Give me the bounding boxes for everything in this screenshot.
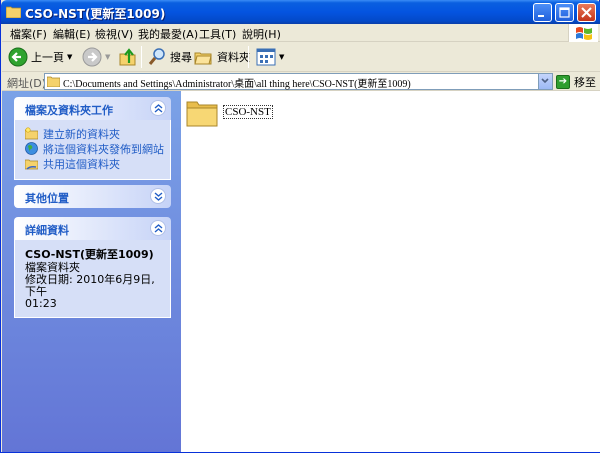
folders-button[interactable]: 資料夾	[194, 45, 250, 69]
windows-flag-icon	[576, 27, 592, 40]
folder-name: CSO-NST	[223, 105, 273, 119]
windows-logo	[568, 24, 598, 42]
menu-edit[interactable]: 編輯(E)	[53, 26, 91, 42]
chevron-down-icon	[541, 78, 549, 84]
search-label: 搜尋	[170, 51, 192, 64]
details-item-name: CSO-NST(更新至1009)	[25, 248, 154, 261]
menu-tools[interactable]: 工具(T)	[199, 26, 236, 42]
menu-help[interactable]: 說明(H)	[242, 26, 281, 42]
address-dropdown-button[interactable]	[538, 74, 552, 89]
folders-icon	[194, 52, 212, 65]
file-tasks-title: 檔案及資料夾工作	[25, 104, 113, 117]
globe-icon	[25, 142, 38, 155]
folder-up-icon	[119, 48, 136, 66]
chevron-down-icon	[154, 192, 163, 201]
views-icon	[256, 48, 276, 66]
address-bar: 網址(D) C:\Documents and Settings\Administ…	[2, 72, 600, 91]
minimize-icon	[538, 15, 544, 17]
close-button[interactable]	[577, 3, 596, 22]
folders-label: 資料夾	[217, 51, 250, 64]
file-list[interactable]: CSO-NST	[181, 91, 600, 452]
task-pane: 檔案及資料夾工作 建立新的資料夾 將這個資料夾發佈到網站 共用這個資料夾 其他位…	[2, 91, 181, 452]
address-input[interactable]: C:\Documents and Settings\Administrator\…	[44, 73, 553, 90]
back-dropdown-icon[interactable]: ▼	[67, 53, 72, 61]
go-arrow-icon: ➔	[556, 74, 570, 89]
address-path: C:\Documents and Settings\Administrator\…	[63, 79, 411, 90]
share-folder-link[interactable]: 共用這個資料夾	[25, 156, 162, 171]
views-button[interactable]: ▼	[256, 45, 284, 69]
menu-favorites[interactable]: 我的最愛(A)	[138, 26, 198, 42]
address-label: 網址(D)	[7, 77, 47, 90]
search-icon	[148, 48, 165, 65]
folder-icon	[186, 101, 218, 127]
publish-folder-link[interactable]: 將這個資料夾發佈到網站	[25, 141, 164, 156]
back-label: 上一頁	[31, 51, 64, 64]
close-icon	[581, 7, 592, 18]
folder-icon	[6, 6, 21, 18]
collapse-button[interactable]	[150, 100, 166, 116]
chevron-up-icon	[154, 104, 163, 113]
details-header[interactable]: 詳細資料	[14, 217, 171, 240]
expand-button[interactable]	[150, 188, 166, 204]
new-folder-icon	[25, 127, 38, 140]
details-modified-time: 01:23	[25, 297, 57, 310]
menu-bar: 檔案(F) 編輯(E) 檢視(V) 我的最愛(A) 工具(T) 說明(H)	[2, 24, 600, 42]
collapse-button[interactable]	[150, 220, 166, 236]
share-folder-label: 共用這個資料夾	[43, 157, 120, 171]
minimize-button[interactable]	[533, 3, 552, 22]
file-tasks-header[interactable]: 檔案及資料夾工作	[14, 97, 171, 120]
back-button[interactable]: 上一頁 ▼	[8, 45, 72, 69]
other-places-title: 其他位置	[25, 192, 69, 205]
details-body: CSO-NST(更新至1009) 檔案資料夾 修改日期: 2010年6月9日, …	[14, 240, 171, 318]
details-modified-date: 修改日期: 2010年6月9日, 下午	[25, 273, 155, 298]
toolbar-separator	[248, 46, 249, 68]
explorer-window: CSO-NST(更新至1009) 檔案(F) 編輯(E) 檢視(V) 我的最愛(…	[0, 0, 600, 453]
details-title: 詳細資料	[25, 224, 69, 237]
forward-dropdown-icon[interactable]: ▼	[105, 53, 110, 61]
menu-file[interactable]: 檔案(F)	[10, 26, 47, 42]
maximize-icon	[559, 7, 570, 18]
publish-folder-label: 將這個資料夾發佈到網站	[43, 142, 164, 156]
forward-arrow-icon	[82, 47, 102, 67]
toolbar: 上一頁 ▼ ▼ 搜尋 資料夾 ▼	[2, 42, 600, 72]
chevron-up-icon	[154, 224, 163, 233]
folder-icon	[47, 76, 60, 87]
new-folder-link[interactable]: 建立新的資料夾	[25, 126, 162, 141]
go-label: 移至	[574, 75, 596, 89]
go-button[interactable]: ➔ 移至	[556, 73, 596, 90]
file-tasks-body: 建立新的資料夾 將這個資料夾發佈到網站 共用這個資料夾	[14, 120, 171, 180]
maximize-button[interactable]	[555, 3, 574, 22]
file-tasks-panel: 檔案及資料夾工作 建立新的資料夾 將這個資料夾發佈到網站 共用這個資料夾	[14, 97, 171, 180]
toolbar-separator	[141, 46, 142, 68]
other-places-panel: 其他位置	[14, 185, 171, 208]
up-button[interactable]	[118, 45, 138, 69]
forward-button[interactable]: ▼	[82, 45, 110, 69]
window-title: CSO-NST(更新至1009)	[25, 7, 166, 21]
title-bar[interactable]: CSO-NST(更新至1009)	[1, 0, 600, 24]
folder-item[interactable]: CSO-NST	[186, 97, 273, 127]
new-folder-label: 建立新的資料夾	[43, 127, 120, 141]
back-arrow-icon	[8, 47, 28, 67]
details-panel: 詳細資料 CSO-NST(更新至1009) 檔案資料夾 修改日期: 2010年6…	[14, 217, 171, 318]
other-places-header[interactable]: 其他位置	[14, 185, 171, 208]
menu-view[interactable]: 檢視(V)	[95, 26, 133, 42]
shared-folder-icon	[25, 159, 38, 170]
search-button[interactable]: 搜尋	[147, 45, 192, 69]
views-dropdown-icon[interactable]: ▼	[279, 53, 284, 61]
